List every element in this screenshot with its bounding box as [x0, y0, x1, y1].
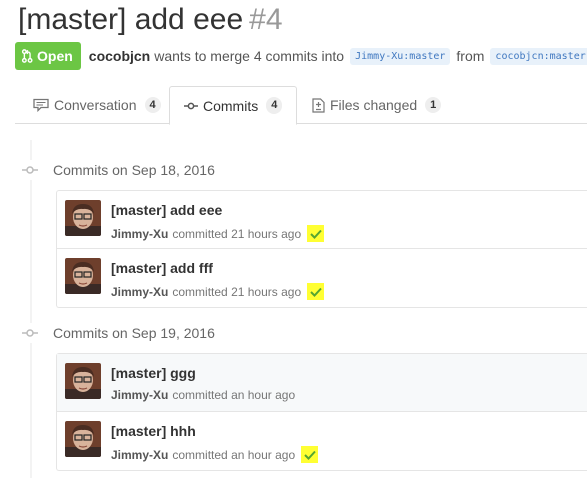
commit-time: 21 hours ago: [231, 226, 302, 241]
status-check-icon[interactable]: [301, 446, 319, 463]
commit-author-link[interactable]: Jimmy-Xu: [111, 448, 168, 462]
tab-files-count: 1: [425, 96, 442, 114]
comment-icon: [33, 98, 49, 112]
pr-title: [master] add eee #4: [18, 2, 283, 38]
commit-action: committed: [172, 284, 228, 299]
commit-group: [master] ggg Jimmy-Xu committed an hour …: [56, 353, 587, 471]
commit-time: 21 hours ago: [231, 284, 302, 299]
commit-row: [master] add fff Jimmy-Xu committed 21 h…: [57, 249, 587, 307]
commit-group-heading: Commits on Sep 18, 2016: [22, 160, 215, 180]
commit-group: [master] add eee Jimmy-Xu committed 21 h…: [56, 190, 587, 308]
tab-conversation[interactable]: Conversation 4: [19, 86, 175, 124]
commit-row: [master] hhh Jimmy-Xu committed an hour …: [57, 412, 587, 470]
commit-row: [master] ggg Jimmy-Xu committed an hour …: [57, 354, 587, 412]
commit-meta: Jimmy-Xu committed 21 hours ago: [111, 283, 325, 300]
state-badge: Open: [15, 42, 81, 70]
pr-tabnav: Conversation 4 Commits 4 Files changed 1: [15, 86, 587, 125]
commit-meta: Jimmy-Xu committed an hour ago: [111, 388, 295, 402]
pull-request-icon: [21, 49, 33, 63]
tab-files-changed[interactable]: Files changed 1: [298, 86, 455, 124]
commit-message-link[interactable]: [master] add fff: [111, 260, 213, 276]
commit-author-link[interactable]: Jimmy-Xu: [111, 388, 168, 402]
tab-commits-count: 4: [266, 97, 283, 114]
commit-meta: Jimmy-Xu committed 21 hours ago: [111, 225, 325, 242]
commit-meta: Jimmy-Xu committed an hour ago: [111, 446, 319, 463]
avatar[interactable]: [65, 363, 101, 399]
commit-action: committed: [172, 388, 228, 402]
tab-files-label: Files changed: [330, 97, 418, 113]
commit-message-link[interactable]: [master] add eee: [111, 202, 222, 218]
commit-group-heading: Commits on Sep 19, 2016: [22, 323, 215, 343]
tab-commits-label: Commits: [203, 97, 259, 114]
commit-message-link[interactable]: [master] hhh: [111, 423, 196, 439]
commit-author-link[interactable]: Jimmy-Xu: [111, 285, 168, 299]
head-branch[interactable]: cocobjcn:master: [490, 47, 587, 65]
commit-action: committed: [172, 226, 228, 241]
from-text: from: [456, 48, 485, 64]
commit-icon: [184, 102, 198, 109]
status-check-icon[interactable]: [307, 283, 325, 300]
commit-group-date: Commits on Sep 19, 2016: [53, 325, 215, 341]
tab-commits[interactable]: Commits 4: [169, 86, 298, 125]
avatar[interactable]: [65, 258, 101, 294]
status-check-icon[interactable]: [307, 225, 325, 242]
pr-meta: Open cocobjcn wants to merge 4 commits i…: [15, 42, 587, 70]
commit-time: an hour ago: [231, 447, 296, 462]
tab-conversation-count: 4: [144, 96, 161, 114]
base-branch[interactable]: Jimmy-Xu:master: [350, 47, 451, 65]
commit-action: committed: [172, 447, 228, 462]
pr-title-text: [master] add eee: [18, 3, 244, 36]
merge-text: wants to merge 4 commits into: [154, 48, 345, 64]
pr-author-link[interactable]: cocobjcn: [89, 48, 150, 64]
commit-message-link[interactable]: [master] ggg: [111, 365, 196, 381]
avatar[interactable]: [65, 421, 101, 457]
timeline-line: [30, 140, 32, 478]
commit-row: [master] add eee Jimmy-Xu committed 21 h…: [57, 191, 587, 249]
tab-conversation-label: Conversation: [54, 97, 137, 113]
commit-author-link[interactable]: Jimmy-Xu: [111, 227, 168, 241]
file-diff-icon: [312, 97, 325, 113]
commit-icon: [22, 162, 38, 178]
state-label: Open: [37, 48, 73, 64]
commit-group-date: Commits on Sep 18, 2016: [53, 162, 215, 178]
commit-time: an hour ago: [231, 388, 296, 402]
pr-number: #4: [249, 3, 283, 36]
avatar[interactable]: [65, 200, 101, 236]
commit-icon: [22, 325, 38, 341]
